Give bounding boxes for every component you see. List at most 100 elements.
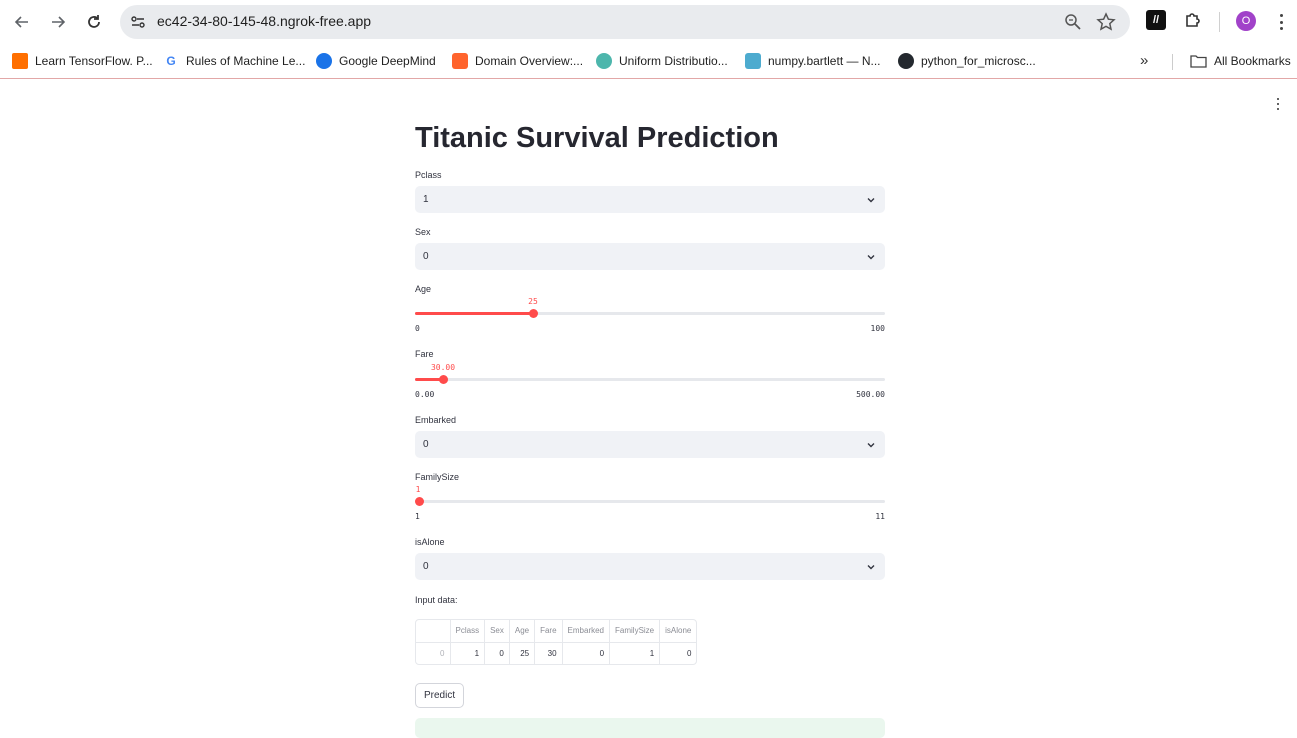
bookmark-item[interactable]: G Rules of Machine Le... [163, 52, 305, 70]
isalone-select[interactable]: 0 [415, 553, 885, 580]
back-icon[interactable] [10, 10, 34, 34]
slider-track[interactable] [415, 500, 885, 503]
column-header[interactable]: FamilySize [609, 620, 661, 643]
extension-icon[interactable]: // [1146, 10, 1166, 30]
bookmark-label: Uniform Distributio... [619, 54, 728, 68]
familysize-slider[interactable]: 1 1 11 [415, 485, 885, 528]
age-label: Age [415, 284, 432, 294]
sex-label: Sex [415, 227, 431, 237]
bookmark-label: python_for_microsc... [921, 54, 1036, 68]
chevron-down-icon [867, 443, 875, 448]
chevron-down-icon [867, 565, 875, 570]
app-menu-icon[interactable] [1274, 98, 1282, 110]
table-cell[interactable]: 1 [609, 642, 661, 664]
embarked-select[interactable]: 0 [415, 431, 885, 458]
input-dataframe[interactable]: Pclass Sex Age Fare Embarked FamilySize … [415, 619, 698, 665]
column-header[interactable]: Pclass [450, 620, 486, 643]
isalone-value: 0 [423, 561, 429, 572]
slider-thumb[interactable] [439, 375, 448, 384]
bookmark-star-icon[interactable] [1096, 12, 1116, 32]
bookmark-item[interactable]: Learn TensorFlow. P... [12, 52, 153, 70]
column-header[interactable]: Embarked [562, 620, 611, 643]
slider-track[interactable] [415, 378, 885, 381]
row-index: 0 [416, 642, 451, 664]
pclass-value: 1 [423, 194, 429, 205]
extensions-puzzle-icon[interactable] [1183, 10, 1203, 30]
bookmark-label: Domain Overview:... [475, 54, 584, 68]
column-header[interactable] [416, 620, 451, 643]
slider-min: 1 [415, 512, 420, 521]
column-header[interactable]: Sex [484, 620, 510, 643]
bookmark-item[interactable]: Uniform Distributio... [596, 52, 728, 70]
fare-slider[interactable]: 30.00 0.00 500.00 [415, 363, 885, 406]
table-header-row: Pclass Sex Age Fare Embarked FamilySize … [416, 620, 697, 643]
address-bar[interactable]: ec42-34-80-145-48.ngrok-free.app [120, 5, 1130, 39]
reload-icon[interactable] [82, 10, 106, 34]
bookmark-label: Rules of Machine Le... [186, 54, 306, 68]
slider-thumb[interactable] [529, 309, 538, 318]
slider-current-value: 25 [528, 297, 538, 306]
google-icon: G [166, 54, 176, 68]
bookmark-item[interactable]: Domain Overview:... [452, 52, 583, 70]
slider-min: 0 [415, 324, 420, 333]
table-cell[interactable]: 25 [509, 642, 536, 664]
page-title: Titanic Survival Prediction [415, 122, 779, 154]
slider-current-value: 30.00 [430, 363, 456, 372]
slider-max: 500.00 [856, 390, 885, 399]
bookmark-item[interactable]: Google DeepMind [316, 52, 436, 70]
site-settings-icon[interactable] [129, 13, 147, 31]
toolbar-divider [1219, 12, 1220, 32]
column-header[interactable]: Age [509, 620, 536, 643]
profile-initial: O [1241, 15, 1251, 27]
table-cell[interactable]: 30 [534, 642, 563, 664]
more-bookmarks-icon[interactable]: » [1140, 52, 1148, 69]
pclass-select[interactable]: 1 [415, 186, 885, 213]
browser-toolbar: ec42-34-80-145-48.ngrok-free.app // O [0, 0, 1297, 44]
predict-button[interactable]: Predict [415, 683, 465, 708]
bookmark-label: numpy.bartlett — N... [768, 54, 881, 68]
familysize-label: FamilySize [415, 472, 460, 482]
url-text[interactable]: ec42-34-80-145-48.ngrok-free.app [157, 13, 371, 29]
sex-value: 0 [423, 251, 429, 262]
table-cell[interactable]: 1 [450, 642, 486, 664]
prediction-result-box [415, 718, 885, 738]
table-cell[interactable]: 0 [562, 642, 611, 664]
profile-avatar[interactable]: O [1236, 11, 1256, 31]
deepmind-icon [316, 53, 332, 69]
column-header[interactable]: isAlone [659, 620, 697, 643]
globe-icon [596, 53, 612, 69]
forward-icon[interactable] [46, 10, 70, 34]
bookmark-label: Learn TensorFlow. P... [35, 54, 153, 68]
table-cell[interactable]: 0 [484, 642, 510, 664]
semrush-icon [452, 53, 468, 69]
slider-max: 100 [870, 324, 885, 333]
zoom-icon[interactable] [1064, 13, 1082, 31]
tensorflow-icon [12, 53, 28, 69]
fare-label: Fare [415, 349, 434, 359]
all-bookmarks-button[interactable]: All Bookmarks [1190, 52, 1291, 70]
slider-max: 11 [875, 512, 885, 521]
age-slider[interactable]: 25 0 100 [415, 297, 885, 340]
extension-label: // [1152, 14, 1160, 26]
isalone-label: isAlone [415, 537, 445, 547]
github-icon [898, 53, 914, 69]
input-data-label: Input data: [415, 595, 458, 605]
chevron-down-icon [867, 198, 875, 203]
table-row: 0 1 0 25 30 0 1 0 [416, 642, 696, 664]
pclass-label: Pclass [415, 170, 442, 180]
embarked-value: 0 [423, 439, 429, 450]
all-bookmarks-label: All Bookmarks [1214, 54, 1291, 68]
column-header[interactable]: Fare [534, 620, 563, 643]
bookmark-item[interactable]: python_for_microsc... [898, 52, 1036, 70]
browser-menu-icon[interactable] [1274, 12, 1288, 32]
sex-select[interactable]: 0 [415, 243, 885, 270]
bookmarks-bar: Learn TensorFlow. P... G Rules of Machin… [0, 44, 1297, 79]
bookmark-item[interactable]: numpy.bartlett — N... [745, 52, 880, 70]
bookmark-label: Google DeepMind [339, 54, 436, 68]
table-cell[interactable]: 0 [660, 642, 697, 664]
numpy-icon [745, 53, 761, 69]
bookmarks-divider [1172, 54, 1173, 70]
slider-min: 0.00 [415, 390, 435, 399]
slider-thumb[interactable] [415, 497, 424, 506]
embarked-label: Embarked [415, 415, 457, 425]
